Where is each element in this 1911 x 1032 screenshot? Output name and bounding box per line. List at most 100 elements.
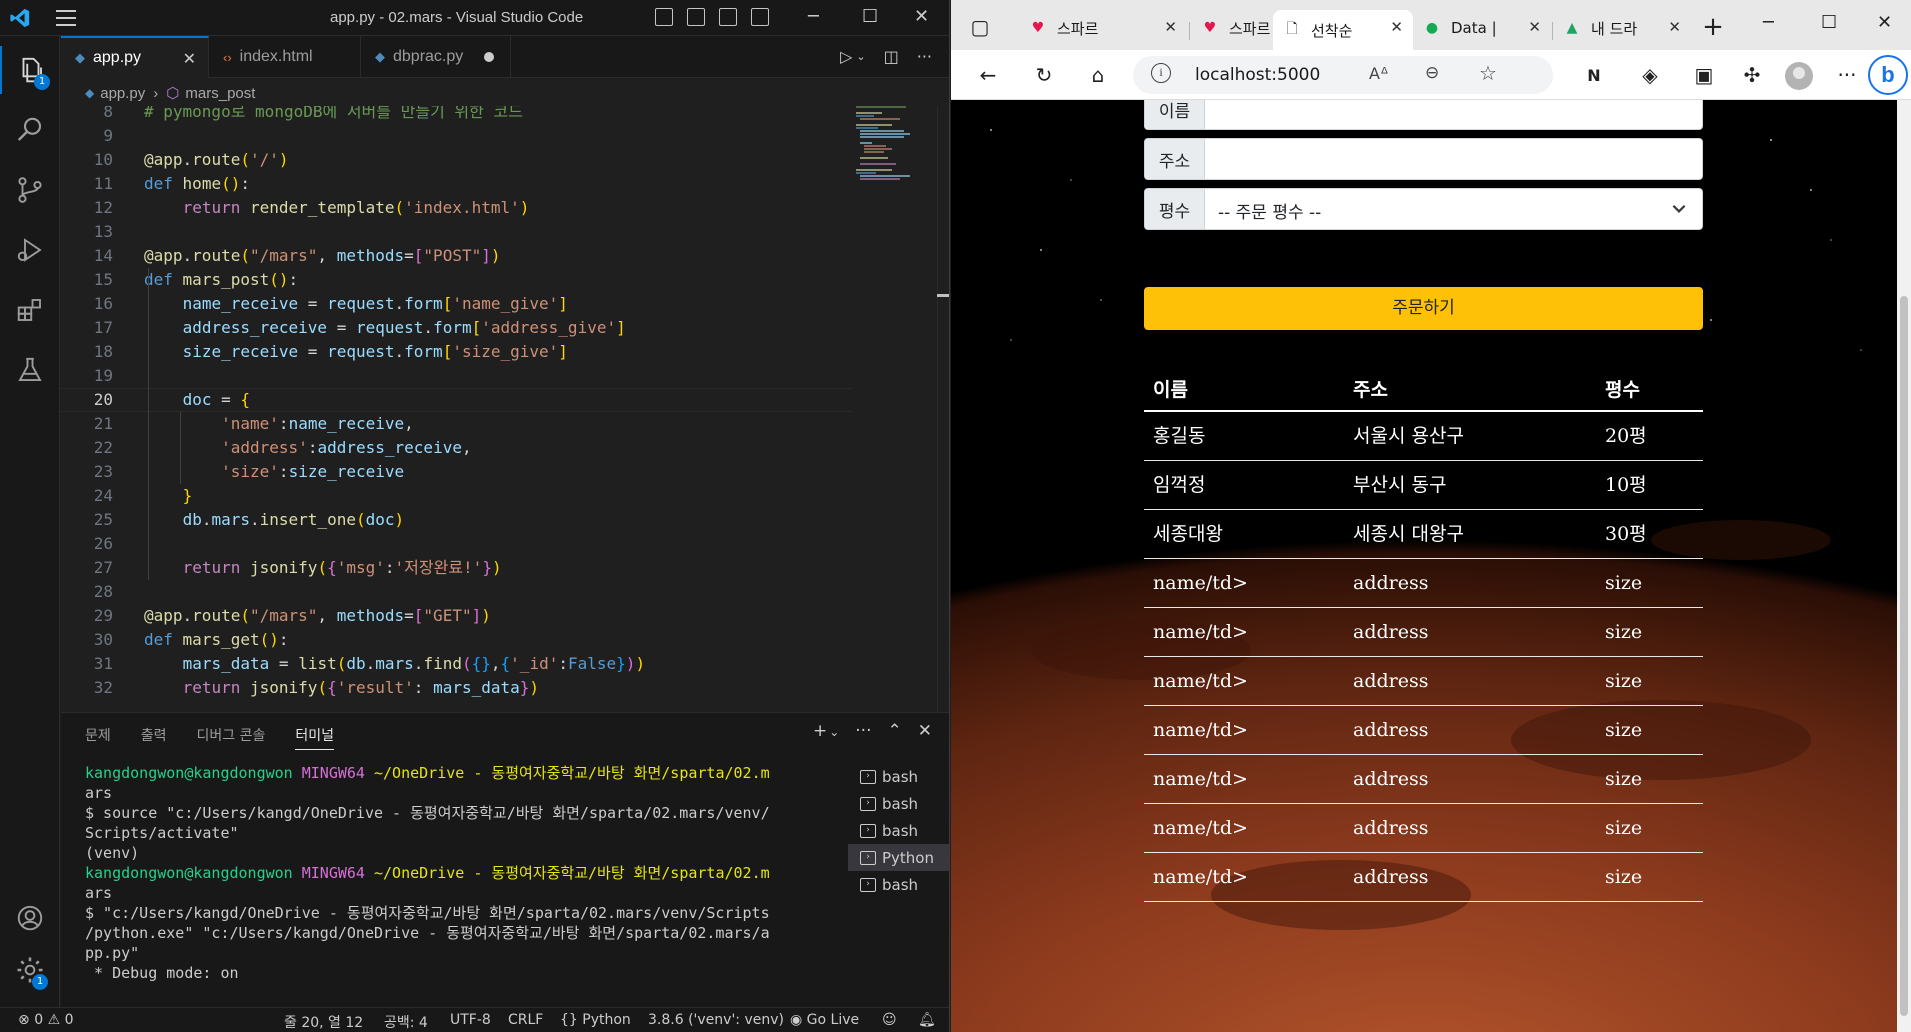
maximize-icon[interactable]: ☐ — [862, 6, 878, 27]
minimap[interactable] — [856, 106, 946, 196]
tab-output[interactable]: 출력 — [141, 725, 167, 750]
zoom-icon[interactable]: ⊖ — [1425, 63, 1439, 83]
tab-app-py[interactable]: ◆ app.py ✕ — [61, 36, 209, 78]
maximize-panel-icon[interactable]: ⌃ — [888, 721, 902, 741]
explorer-icon[interactable]: 1 — [0, 46, 60, 94]
maximize-icon[interactable]: ☐ — [1821, 12, 1837, 33]
code-line[interactable]: 9 — [61, 124, 851, 148]
menu-icon[interactable] — [56, 10, 76, 26]
toggle-panel-icon[interactable] — [687, 8, 705, 26]
extensions-puzzle-icon[interactable]: ✣ — [1739, 62, 1765, 88]
browser-tab-4[interactable]: ● Data | ✕ — [1413, 10, 1551, 46]
code-line[interactable]: 28 — [61, 580, 851, 604]
code-line[interactable]: 8 # pymongo로 mongoDB에 서버를 만들기 위한 코드 — [61, 106, 851, 124]
address-input[interactable] — [1206, 139, 1702, 179]
size-select[interactable]: -- 주문 평수 -- — [1218, 198, 1321, 223]
send-extension-icon[interactable]: ◈ — [1637, 62, 1663, 88]
home-icon[interactable]: ⌂ — [1085, 62, 1111, 88]
order-button[interactable]: 주문하기 — [1144, 287, 1703, 330]
code-line[interactable]: 13 — [61, 220, 851, 244]
close-tab-icon[interactable]: ✕ — [1528, 18, 1541, 36]
notifications-bell-icon[interactable]: 🔔︎ — [918, 1012, 936, 1028]
indentation[interactable]: 공백: 4 — [384, 1012, 428, 1032]
toggle-secondary-sidebar-icon[interactable] — [719, 8, 737, 26]
code-line[interactable]: 29 @app.route("/mars", methods=["GET"]) — [61, 604, 851, 628]
close-tab-icon[interactable]: ✕ — [183, 49, 196, 69]
problems-status[interactable]: ⊗ 0 ⚠ 0 — [18, 1012, 74, 1028]
run-debug-icon[interactable] — [0, 226, 60, 274]
breadcrumb-symbol[interactable]: mars_post — [185, 85, 255, 102]
breadcrumb-file[interactable]: app.py — [100, 85, 145, 102]
code-line[interactable]: 25 db.mars.insert_one(doc) — [61, 508, 851, 532]
new-tab-icon[interactable]: + — [1700, 12, 1726, 42]
line-ending[interactable]: CRLF — [508, 1012, 543, 1028]
back-arrow-icon[interactable]: ← — [975, 62, 1001, 88]
close-panel-icon[interactable]: ✕ — [918, 721, 932, 741]
minimize-icon[interactable]: ─ — [808, 6, 819, 27]
close-window-icon[interactable]: ✕ — [914, 6, 929, 27]
code-line[interactable]: 30 def mars_get(): — [61, 628, 851, 652]
more-actions-icon[interactable]: ··· — [917, 47, 932, 66]
code-line[interactable]: 14 @app.route("/mars", methods=["POST"]) — [61, 244, 851, 268]
source-control-icon[interactable] — [0, 166, 60, 214]
tab-debug-console[interactable]: 디버그 콘솔 — [197, 725, 266, 750]
code-line[interactable]: 11 def home(): — [61, 172, 851, 196]
site-info-icon[interactable]: i — [1151, 63, 1171, 83]
close-window-icon[interactable]: ✕ — [1877, 12, 1892, 33]
code-line[interactable]: 17 address_receive = request.form['addre… — [61, 316, 851, 340]
customize-layout-icon[interactable] — [751, 8, 769, 26]
close-tab-icon[interactable]: ✕ — [1390, 18, 1403, 36]
feedback-icon[interactable]: ☺ — [882, 1012, 897, 1028]
settings-gear-icon[interactable]: 1 — [0, 946, 60, 994]
browser-tab-5[interactable]: ▲ 내 드라 ✕ — [1553, 10, 1691, 46]
code-line[interactable]: 12 return render_template('index.html') — [61, 196, 851, 220]
tab-index-html[interactable]: ‹› index.html — [209, 36, 361, 78]
profile-avatar[interactable] — [1785, 62, 1813, 90]
name-input[interactable] — [1206, 100, 1702, 129]
code-line[interactable]: 26 — [61, 532, 851, 556]
notion-extension-icon[interactable]: N — [1581, 62, 1607, 88]
code-editor[interactable]: 8 # pymongo로 mongoDB에 서버를 만들기 위한 코드 9 10 @ap… — [61, 106, 949, 712]
language-mode[interactable]: {} Python — [560, 1012, 631, 1028]
read-aloud-icon[interactable]: Aᐞ — [1369, 64, 1389, 83]
editor-scroll-thumb[interactable] — [937, 294, 949, 297]
code-line[interactable]: 18 size_receive = request.form['size_giv… — [61, 340, 851, 364]
address-bar[interactable]: i localhost:5000 Aᐞ ⊖ ☆ — [1133, 56, 1553, 94]
close-tab-icon[interactable]: ✕ — [1164, 18, 1177, 36]
tab-dbprac-py[interactable]: ◆ dbprac.py — [361, 36, 511, 78]
page-scrollbar[interactable] — [1897, 100, 1911, 1032]
code-line[interactable]: 15 def mars_post(): — [61, 268, 851, 292]
toggle-sidebar-icon[interactable] — [655, 8, 673, 26]
minimize-icon[interactable]: ─ — [1763, 12, 1774, 33]
tab-terminal[interactable]: 터미널 — [295, 725, 335, 750]
go-live[interactable]: ◉ Go Live — [790, 1012, 859, 1028]
code-line[interactable]: 20 doc = { — [61, 388, 851, 412]
browser-tab-3-active[interactable]: 🗋︎ 선착순 ✕ — [1273, 10, 1413, 50]
collections-icon[interactable]: ▣ — [1691, 62, 1717, 88]
url-text[interactable]: localhost:5000 — [1195, 65, 1320, 85]
split-editor-icon[interactable]: ◫ — [884, 47, 899, 66]
terminal-instance[interactable]: › bash — [848, 763, 949, 790]
code-line[interactable]: 27 return jsonify({'msg':'저장완료!'}) — [61, 556, 851, 580]
cursor-position[interactable]: 줄 20, 열 12 — [284, 1012, 363, 1032]
run-file-icon[interactable]: ▷ — [840, 47, 852, 66]
terminal-instance[interactable]: › bash — [848, 790, 949, 817]
browser-tab-1[interactable]: ♥ 스파르 ✕ — [1019, 10, 1187, 46]
close-tab-icon[interactable]: ✕ — [1668, 18, 1681, 36]
editor-scrollbar[interactable] — [937, 106, 949, 712]
settings-more-icon[interactable]: ··· — [1834, 62, 1860, 88]
testing-flask-icon[interactable] — [0, 346, 60, 394]
page-scroll-thumb[interactable] — [1900, 296, 1908, 1016]
chevron-down-icon[interactable]: ⌄ — [856, 50, 865, 66]
more-actions-icon[interactable]: ··· — [855, 721, 871, 741]
search-icon[interactable] — [0, 106, 60, 154]
tab-problems[interactable]: 문제 — [85, 725, 111, 750]
terminal-output[interactable]: kangdongwon@kangdongwon MINGW64 ~/OneDri… — [85, 763, 885, 983]
extensions-icon[interactable] — [0, 286, 60, 334]
chevron-down-icon[interactable]: ⌄ — [829, 725, 839, 741]
tab-actions-icon[interactable]: ▢ — [967, 14, 993, 40]
accounts-icon[interactable] — [0, 894, 60, 942]
refresh-icon[interactable]: ↻ — [1031, 62, 1057, 88]
favorite-star-icon[interactable]: ☆ — [1479, 61, 1497, 85]
code-line[interactable]: 10 @app.route('/') — [61, 148, 851, 172]
